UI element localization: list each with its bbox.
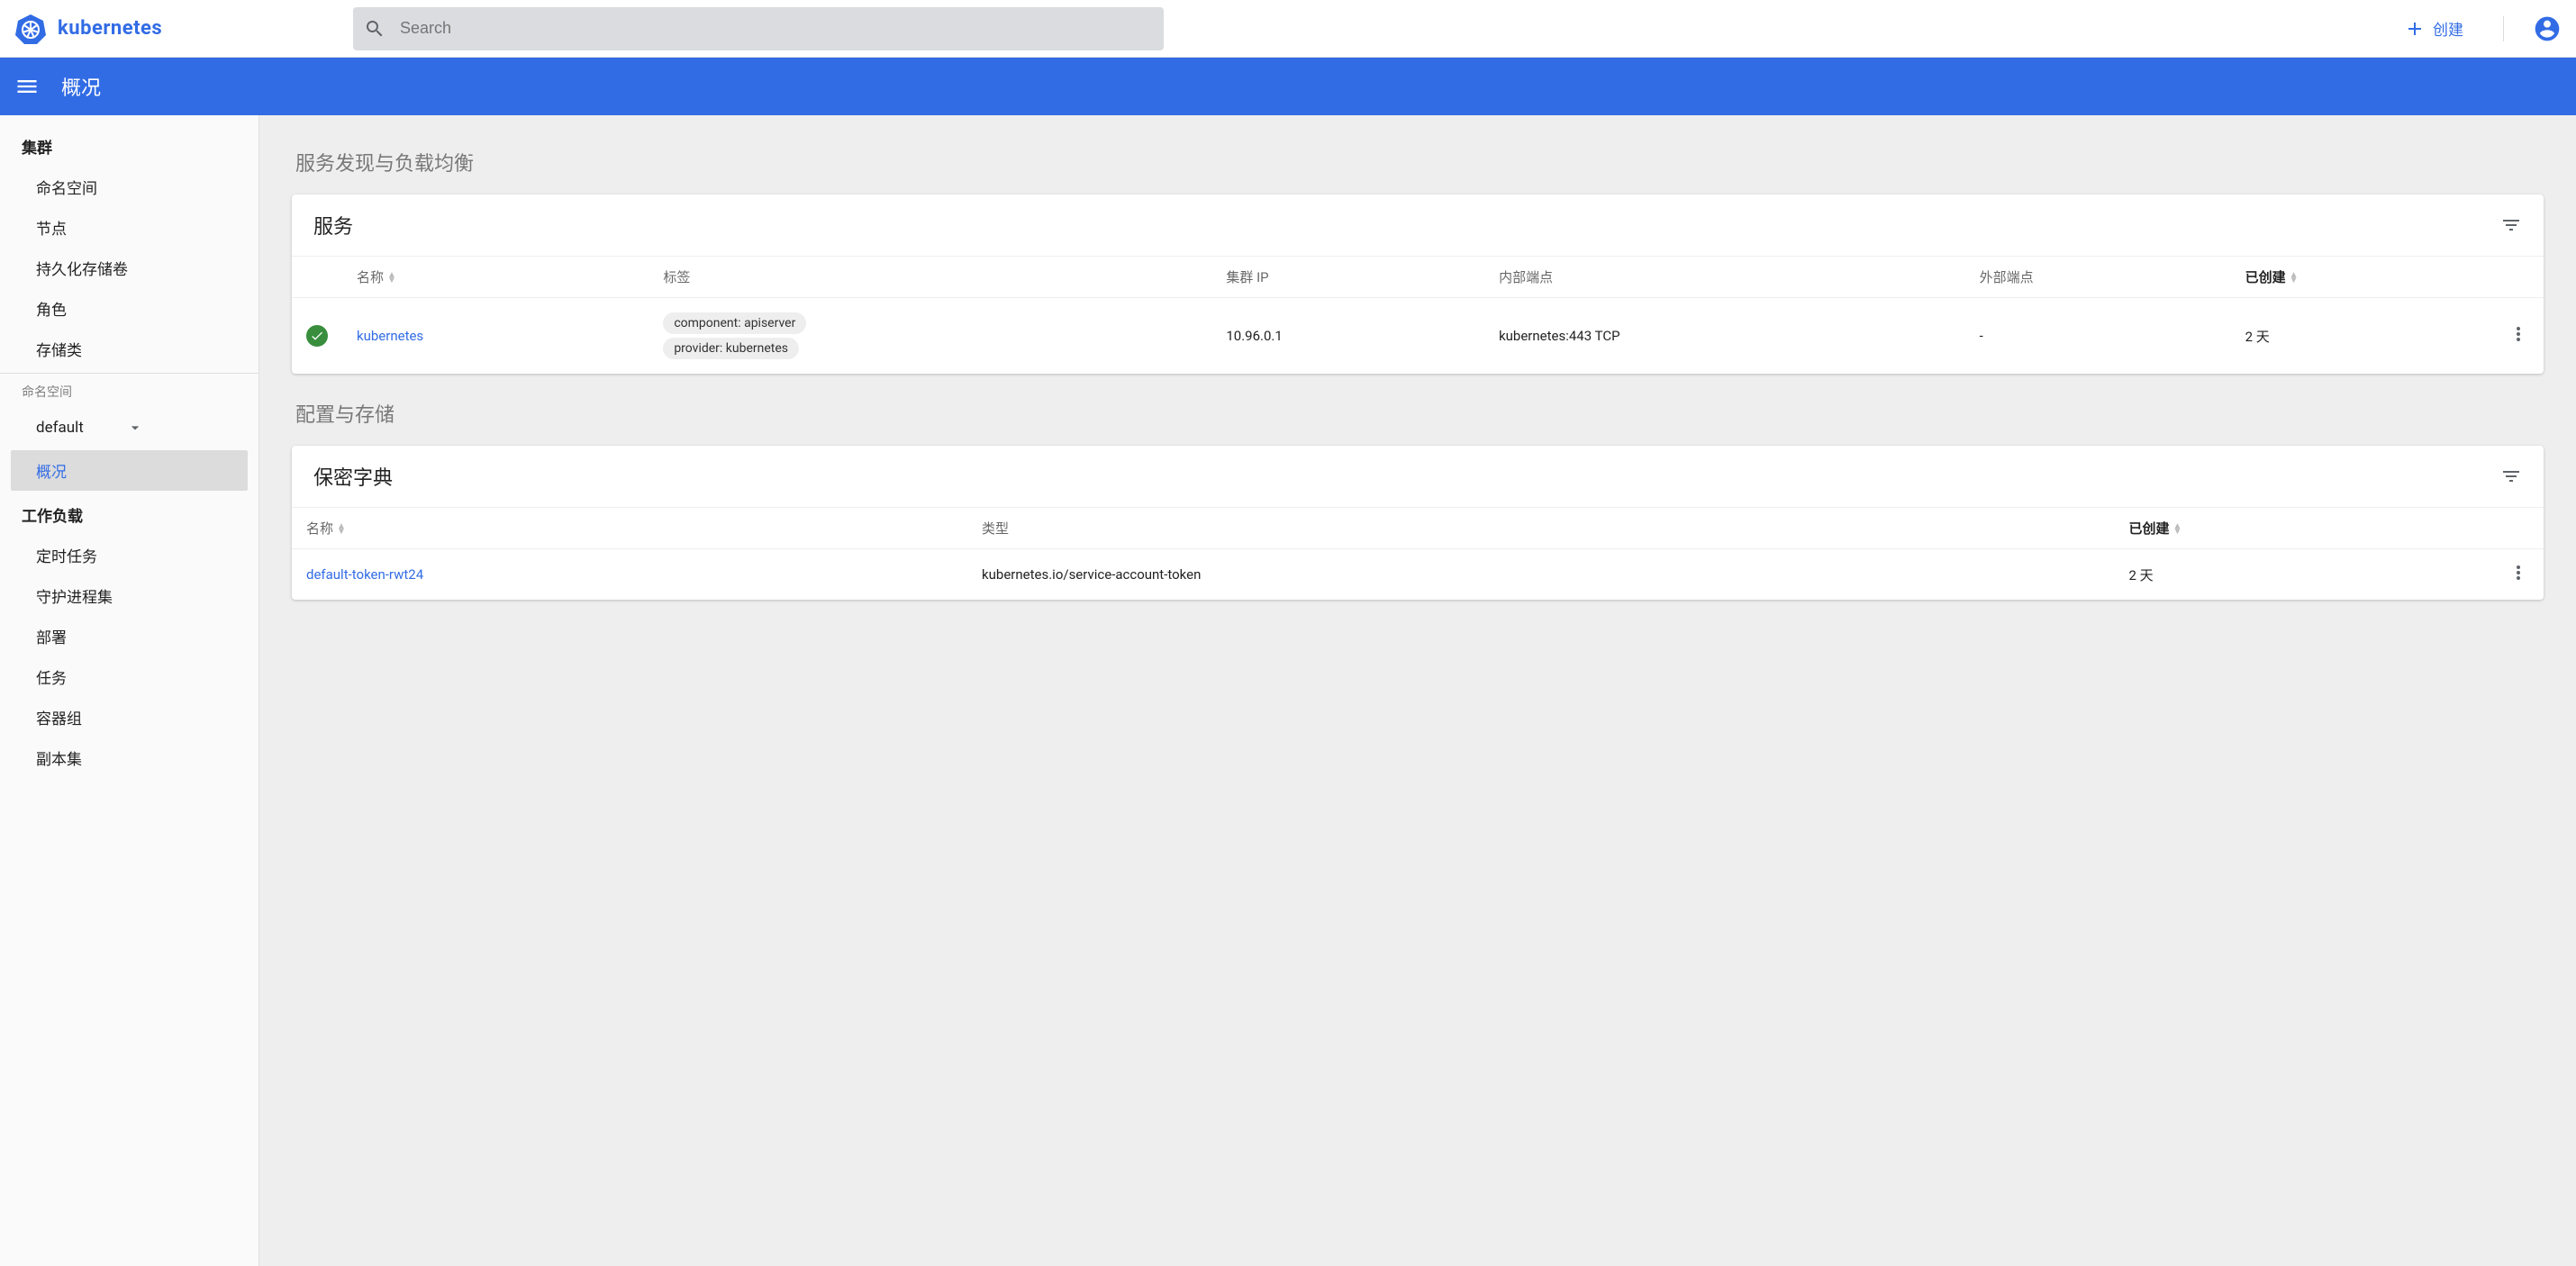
namespace-selected-value: default bbox=[36, 419, 84, 437]
top-app-bar: kubernetes 创建 bbox=[0, 0, 2576, 58]
secret-name-link[interactable]: default-token-rwt24 bbox=[306, 566, 423, 583]
page-title: 概况 bbox=[61, 72, 101, 101]
status-ok-icon bbox=[306, 325, 328, 347]
col-cluster-ip[interactable]: 集群 IP bbox=[1211, 257, 1484, 298]
secrets-table: 名称▲▼ 类型 已创建▲▼ default-token-rwt24 kubern… bbox=[292, 507, 2544, 600]
services-table: 名称▲▼ 标签 集群 IP 内部端点 外部端点 已创建▲▼ kubernetes… bbox=[292, 256, 2544, 374]
divider bbox=[2503, 16, 2504, 41]
sidebar-item-deployments[interactable]: 部署 bbox=[0, 616, 259, 656]
plus-icon bbox=[2404, 18, 2426, 40]
cell-created: 2 天 bbox=[2231, 298, 2493, 375]
sidebar-item-storageclasses[interactable]: 存储类 bbox=[0, 329, 259, 369]
col-type[interactable]: 类型 bbox=[967, 508, 2114, 549]
sidebar-item-daemonsets[interactable]: 守护进程集 bbox=[0, 575, 259, 616]
services-card-title: 服务 bbox=[313, 211, 353, 240]
sidebar-item-replicasets[interactable]: 副本集 bbox=[0, 737, 259, 778]
kubernetes-logo-icon bbox=[14, 13, 47, 45]
col-name[interactable]: 名称▲▼ bbox=[342, 257, 649, 298]
create-label: 创建 bbox=[2433, 17, 2463, 40]
sidebar-item-pv[interactable]: 持久化存储卷 bbox=[0, 248, 259, 288]
search-input[interactable] bbox=[400, 19, 1153, 38]
section-title-discovery: 服务发现与负载均衡 bbox=[295, 148, 2544, 176]
sort-icon: ▲▼ bbox=[387, 273, 396, 284]
secondary-toolbar: 概况 bbox=[0, 58, 2576, 115]
sidebar-item-jobs[interactable]: 任务 bbox=[0, 656, 259, 697]
filter-list-icon[interactable] bbox=[2500, 466, 2522, 487]
cell-cluster-ip: 10.96.0.1 bbox=[1211, 298, 1484, 375]
namespace-selector[interactable]: default bbox=[36, 413, 144, 443]
search-icon bbox=[364, 18, 385, 40]
section-title-config: 配置与存储 bbox=[295, 399, 2544, 428]
sort-icon: ▲▼ bbox=[337, 524, 346, 535]
create-button[interactable]: 创建 bbox=[2393, 10, 2474, 47]
cell-internal-ep: kubernetes:443 TCP bbox=[1484, 298, 1965, 375]
cell-created: 2 天 bbox=[2114, 549, 2493, 601]
secrets-card: 保密字典 名称▲▼ 类型 已创建▲▼ default-token-rwt24 k… bbox=[292, 446, 2544, 600]
table-row: kubernetes component: apiserver provider… bbox=[292, 298, 2544, 375]
cell-type: kubernetes.io/service-account-token bbox=[967, 549, 2114, 601]
product-name: kubernetes bbox=[58, 17, 162, 40]
sidebar-item-namespaces[interactable]: 命名空间 bbox=[0, 167, 259, 207]
col-created[interactable]: 已创建▲▼ bbox=[2114, 508, 2493, 549]
menu-icon[interactable] bbox=[14, 74, 40, 99]
sidebar-heading-namespace: 命名空间 bbox=[0, 373, 259, 410]
sort-icon: ▲▼ bbox=[2290, 273, 2299, 284]
sidebar-heading-cluster[interactable]: 集群 bbox=[0, 126, 259, 167]
col-external-ep[interactable]: 外部端点 bbox=[1965, 257, 2231, 298]
logo[interactable]: kubernetes bbox=[14, 13, 339, 45]
more-vert-icon[interactable] bbox=[2508, 562, 2529, 583]
label-chip: provider: kubernetes bbox=[663, 338, 799, 359]
col-internal-ep[interactable]: 内部端点 bbox=[1484, 257, 1965, 298]
services-card: 服务 名称▲▼ 标签 集群 IP 内部端点 外部端点 已创建▲▼ bbox=[292, 194, 2544, 374]
col-created[interactable]: 已创建▲▼ bbox=[2231, 257, 2493, 298]
sidebar-item-cronjobs[interactable]: 定时任务 bbox=[0, 535, 259, 575]
user-account-icon[interactable] bbox=[2533, 14, 2562, 43]
more-vert-icon[interactable] bbox=[2508, 323, 2529, 345]
sidebar-item-roles[interactable]: 角色 bbox=[0, 288, 259, 329]
filter-list-icon[interactable] bbox=[2500, 214, 2522, 236]
chevron-down-icon bbox=[126, 419, 144, 437]
sidebar-item-nodes[interactable]: 节点 bbox=[0, 207, 259, 248]
col-name[interactable]: 名称▲▼ bbox=[292, 508, 967, 549]
service-name-link[interactable]: kubernetes bbox=[357, 328, 423, 344]
sort-icon: ▲▼ bbox=[2172, 524, 2181, 535]
col-labels[interactable]: 标签 bbox=[649, 257, 1211, 298]
label-chip: component: apiserver bbox=[663, 312, 806, 334]
sidebar: 集群 命名空间 节点 持久化存储卷 角色 存储类 命名空间 default 概况… bbox=[0, 115, 259, 1266]
table-row: default-token-rwt24 kubernetes.io/servic… bbox=[292, 549, 2544, 601]
sidebar-item-overview[interactable]: 概况 bbox=[11, 450, 248, 491]
sidebar-item-pods[interactable]: 容器组 bbox=[0, 697, 259, 737]
secrets-card-title: 保密字典 bbox=[313, 462, 393, 491]
search-box[interactable] bbox=[353, 7, 1164, 50]
cell-external-ep: - bbox=[1965, 298, 2231, 375]
content-area: 服务发现与负载均衡 服务 名称▲▼ 标签 集群 IP 内部端点 外部端点 已创建… bbox=[259, 115, 2576, 1266]
sidebar-heading-workloads[interactable]: 工作负载 bbox=[0, 494, 259, 535]
